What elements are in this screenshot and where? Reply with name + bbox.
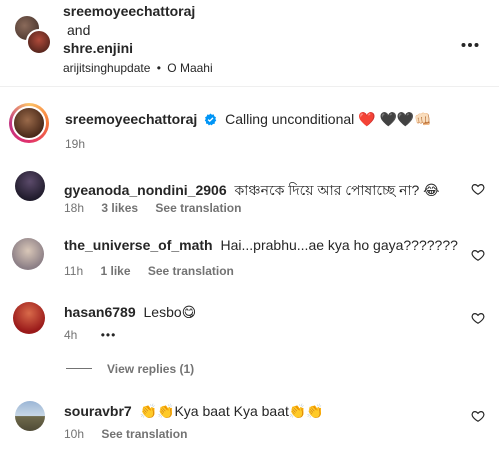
comment-3-text: Lesbo😋 bbox=[143, 304, 197, 320]
comment-4-text: 👏👏Kya baat Kya baat👏👏 bbox=[139, 403, 324, 419]
comment-4-username[interactable]: souravbr7 bbox=[64, 403, 132, 419]
avatar-shre-enjini-small bbox=[26, 29, 52, 55]
header-user1[interactable]: sreemoyeechattoraj bbox=[63, 3, 195, 19]
caption-username[interactable]: sreemoyeechattoraj bbox=[65, 111, 197, 127]
more-horizontal-icon[interactable] bbox=[461, 35, 479, 47]
comment-2-time[interactable]: 11h bbox=[64, 264, 83, 278]
heart-icon[interactable] bbox=[471, 182, 485, 196]
heart-icon[interactable] bbox=[471, 311, 485, 325]
comment-1-likes[interactable]: 3 likes bbox=[101, 201, 138, 215]
heart-icon[interactable] bbox=[471, 248, 485, 262]
comment-3-username[interactable]: hasan6789 bbox=[64, 304, 136, 320]
header-divider bbox=[0, 86, 499, 87]
caption-line: sreemoyeechattoraj Calling unconditional… bbox=[65, 111, 432, 129]
caption-time[interactable]: 19h bbox=[65, 137, 85, 151]
comment-4-meta: 10h See translation bbox=[64, 427, 201, 441]
view-replies-line bbox=[66, 368, 92, 369]
caption-emoji: 🖤🖤👊🏻 bbox=[379, 111, 432, 127]
view-replies-button[interactable]: View replies (1) bbox=[107, 362, 194, 376]
comment-4: souravbr7 👏👏Kya baat Kya baat👏👏 bbox=[64, 403, 324, 420]
header-user2[interactable]: shre.enjini bbox=[63, 40, 133, 56]
comment-2-text: Hai...prabhu...ae kya ho gaya??????? bbox=[220, 237, 458, 253]
audio-track[interactable]: O Maahi bbox=[167, 61, 212, 75]
comment-3-time[interactable]: 4h bbox=[64, 328, 77, 342]
avatar-sreemoyeechattoraj bbox=[12, 106, 46, 140]
comment-4-time[interactable]: 10h bbox=[64, 427, 84, 441]
heart-icon[interactable] bbox=[471, 409, 485, 423]
comment-1-meta: 18h 3 likes See translation bbox=[64, 201, 255, 215]
audio-user[interactable]: arijitsinghupdate bbox=[63, 61, 150, 75]
comment-2-likes[interactable]: 1 like bbox=[100, 264, 130, 278]
avatar-the-universe-of-math[interactable] bbox=[12, 238, 44, 270]
comment-2: the_universe_of_math Hai...prabhu...ae k… bbox=[64, 237, 458, 253]
comment-3-more-dots[interactable]: ••• bbox=[101, 328, 117, 342]
audio-separator: • bbox=[156, 61, 161, 75]
collab-avatars[interactable] bbox=[14, 15, 52, 55]
avatar-souravbr7[interactable] bbox=[15, 401, 45, 431]
comment-3: hasan6789 Lesbo😋 bbox=[64, 304, 196, 321]
audio-info[interactable]: arijitsinghupdate • O Maahi bbox=[63, 61, 213, 75]
comment-1-username[interactable]: gyeanoda_nondini_2906 bbox=[64, 182, 227, 198]
verified-badge-icon bbox=[204, 113, 217, 129]
comment-2-see-translation[interactable]: See translation bbox=[148, 264, 234, 278]
comment-1-time[interactable]: 18h bbox=[64, 201, 84, 215]
comment-1: gyeanoda_nondini_2906 কাঞ্চনকে দিয়ে আর … bbox=[64, 179, 440, 203]
comment-2-meta: 11h 1 like See translation bbox=[64, 264, 248, 278]
header-connector: and bbox=[67, 22, 91, 38]
comment-3-meta: 4h ••• bbox=[64, 328, 130, 342]
avatar-hasan6789[interactable] bbox=[13, 302, 45, 334]
comment-1-see-translation[interactable]: See translation bbox=[155, 201, 241, 215]
story-ring[interactable] bbox=[9, 103, 49, 143]
avatar-gyeanoda-nondini[interactable] bbox=[15, 171, 45, 201]
caption-text: Calling unconditional ❤️ bbox=[225, 111, 376, 127]
comment-1-text: কাঞ্চনকে দিয়ে আর পোষাচ্ছে না? 😂 bbox=[234, 182, 440, 198]
comment-2-username[interactable]: the_universe_of_math bbox=[64, 237, 213, 253]
comment-4-see-translation[interactable]: See translation bbox=[101, 427, 187, 441]
